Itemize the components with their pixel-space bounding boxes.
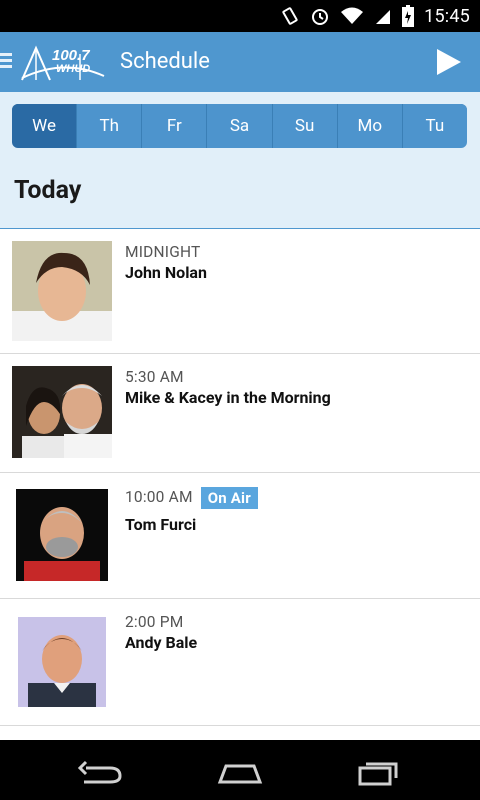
play-icon[interactable] [434,46,464,78]
host-photo [18,617,106,707]
tab-mo[interactable]: Mo [337,104,403,148]
page-title: Schedule [120,49,210,74]
host-photo [16,489,108,581]
list-item[interactable]: MIDNIGHT John Nolan [0,229,480,354]
vibrate-icon [282,7,298,25]
day-tabs: We Th Fr Sa Su Mo Tu [12,104,467,148]
show-time: MIDNIGHT [125,243,201,261]
recents-icon[interactable] [356,758,404,786]
signal-icon [376,10,391,24]
show-time-text: 10:00 AM [125,488,193,507]
menu-icon[interactable] [0,50,14,74]
svg-text:100.7: 100.7 [52,47,90,64]
section-title: Today [14,176,82,205]
tab-tu[interactable]: Tu [402,104,467,148]
status-bar: 15:45 [0,0,480,32]
schedule-header: We Th Fr Sa Su Mo Tu Today [0,92,480,231]
battery-icon [402,5,415,27]
tab-we[interactable]: We [12,104,78,148]
on-air-badge: On Air [200,487,258,509]
list-item[interactable]: 5:30 AM Mike & Kacey in the Morning [0,354,480,473]
alarm-icon [312,9,329,25]
home-icon[interactable] [216,758,264,786]
list-item[interactable]: 2:00 PM Andy Bale [0,599,480,726]
tab-th[interactable]: Th [77,104,143,148]
show-time: 10:00 AM On Air [125,487,258,509]
schedule-list: MIDNIGHT John Nolan 5:30 AM Mike & Kacey… [0,229,480,726]
svg-text:WHUD: WHUD [56,63,90,75]
app-bar: 100.7 WHUD Schedule [0,32,480,93]
status-icons: 15:45 [280,0,470,32]
tab-sa[interactable]: Sa [207,104,273,148]
system-nav-bar [0,740,480,800]
show-name: Andy Bale [125,633,198,652]
host-photo [12,241,112,341]
show-name: Tom Furci [125,515,197,534]
show-name: John Nolan [125,263,207,282]
tab-fr[interactable]: Fr [142,104,208,148]
station-logo[interactable]: 100.7 WHUD [20,40,106,84]
status-time: 15:45 [424,5,470,27]
tab-su[interactable]: Su [272,104,338,148]
list-item[interactable]: 10:00 AM On Air Tom Furci [0,473,480,599]
show-time: 5:30 AM [125,368,184,386]
host-photo [12,366,112,458]
wifi-icon [341,7,364,24]
back-icon[interactable] [76,758,124,786]
show-name: Mike & Kacey in the Morning [125,388,331,407]
show-time: 2:00 PM [125,613,184,631]
